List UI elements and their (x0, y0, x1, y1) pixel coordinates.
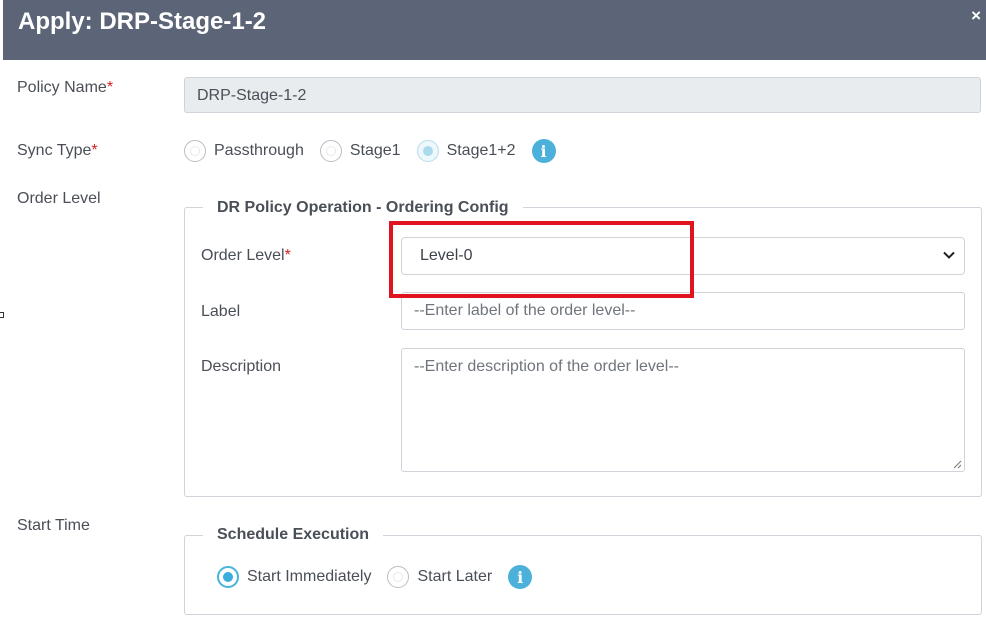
order-level-label: Order Level* (201, 247, 291, 265)
sync-type-label-text: Sync Type (17, 142, 92, 159)
order-level-section-label: Order Level (17, 190, 101, 207)
info-icon[interactable]: i (508, 565, 533, 589)
sync-type-option-stage1-2[interactable]: Stage1+2 (416, 140, 516, 162)
order-level-description-textarea[interactable]: --Enter description of the order level-- (401, 348, 965, 472)
start-option-immediately[interactable]: Start Immediately (217, 566, 371, 588)
label-field-label: Label (201, 303, 241, 320)
policy-name-label: Policy Name* (17, 79, 113, 97)
radio-button[interactable] (184, 140, 206, 162)
sync-type-radio-group: Passthrough Stage1 Stage1+2 i (184, 139, 556, 163)
radio-label: Passthrough (214, 142, 304, 159)
required-mark: * (91, 142, 98, 159)
info-icon[interactable]: i (531, 139, 556, 163)
order-level-label-input[interactable]: --Enter label of the order level-- (401, 292, 965, 330)
ordering-config-legend: DR Policy Operation - Ordering Config (203, 199, 523, 217)
required-mark: * (106, 79, 114, 96)
radio-label: Start Immediately (247, 568, 372, 585)
sync-type-option-passthrough[interactable]: Passthrough (184, 140, 304, 162)
order-level-selected-value: Level-0 (420, 247, 473, 264)
radio-button[interactable] (319, 140, 342, 162)
resize-grip-icon[interactable] (952, 459, 962, 469)
dialog-title: Apply: DRP-Stage-1-2 (18, 8, 267, 35)
description-label: Description (201, 358, 282, 375)
start-time-label: Start Time (17, 517, 90, 534)
radio-label: Stage1+2 (446, 142, 516, 159)
dialog-header: Apply: DRP-Stage-1-2 × (3, 0, 986, 60)
apply-policy-dialog: Apply: DRP-Stage-1-2 × Policy Name* DRP-… (3, 0, 986, 622)
order-level-label-text: Order Level (201, 247, 285, 264)
description-placeholder: --Enter description of the order level-- (414, 358, 679, 375)
chevron-down-icon (943, 251, 955, 259)
edge-marker (0, 312, 4, 318)
sync-type-option-stage1[interactable]: Stage1 (319, 140, 401, 162)
schedule-execution-legend: Schedule Execution (203, 526, 384, 544)
policy-name-field: DRP-Stage-1-2 (184, 77, 981, 113)
radio-button[interactable] (387, 566, 410, 588)
radio-button-selected[interactable] (217, 566, 239, 588)
sync-type-label: Sync Type* (17, 142, 98, 160)
start-option-later[interactable]: Start Later (387, 566, 492, 588)
radio-button-selected[interactable] (416, 140, 439, 162)
start-time-radio-group: Start Immediately Start Later i (217, 565, 533, 589)
required-mark: * (284, 247, 291, 264)
order-level-select[interactable]: Level-0 (401, 237, 965, 275)
radio-label: Stage1 (349, 142, 401, 159)
policy-name-label-text: Policy Name (17, 79, 107, 96)
close-icon[interactable]: × (971, 7, 981, 24)
radio-label: Start Later (417, 568, 493, 585)
